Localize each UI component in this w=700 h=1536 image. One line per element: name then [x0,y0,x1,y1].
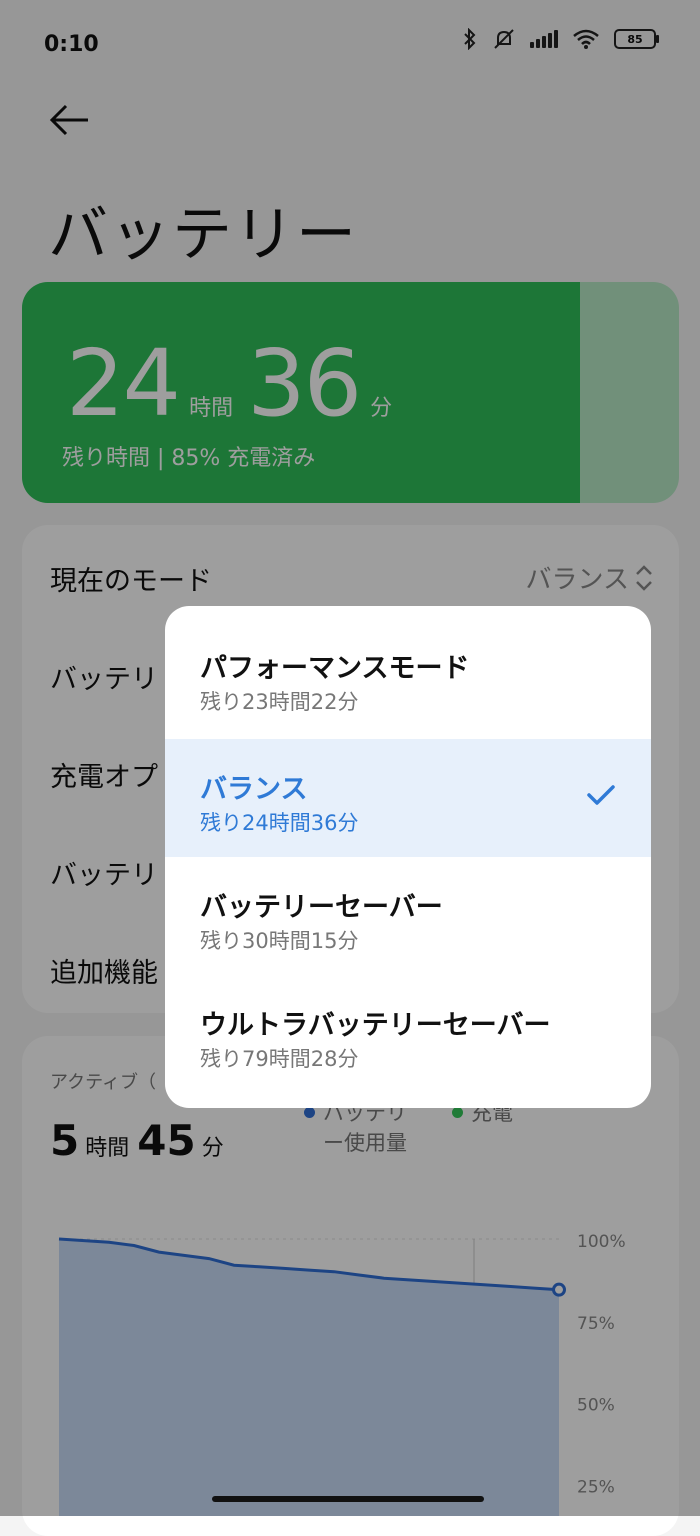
battery-settings-page: 0:10 85 バッテリー 24 時間 36 分 残り時間 | 85% 充電済み… [0,0,700,1536]
mode-option-subtitle: 残り23時間22分 [200,690,359,714]
mode-option-title: バランス [200,774,308,805]
check-icon [587,785,615,805]
mode-option-performance[interactable]: パフォーマンスモード 残り23時間22分 [165,606,651,724]
home-indicator[interactable] [212,1496,484,1502]
mode-option-title: ウルトラバッテリーセーバー [200,1010,551,1041]
mode-dropdown: パフォーマンスモード 残り23時間22分 バランス 残り24時間36分 バッテリ… [165,606,651,1108]
mode-option-balance[interactable]: バランス 残り24時間36分 [165,739,651,857]
mode-option-ultra-saver[interactable]: ウルトラバッテリーセーバー 残り79時間28分 [165,975,651,1093]
mode-option-subtitle: 残り79時間28分 [200,1047,359,1071]
mode-option-title: パフォーマンスモード [200,653,470,684]
mode-option-subtitle: 残り24時間36分 [200,811,359,835]
mode-option-battery-saver[interactable]: バッテリーセーバー 残り30時間15分 [165,857,651,975]
mode-option-subtitle: 残り30時間15分 [200,929,359,953]
mode-option-title: バッテリーセーバー [200,892,443,923]
